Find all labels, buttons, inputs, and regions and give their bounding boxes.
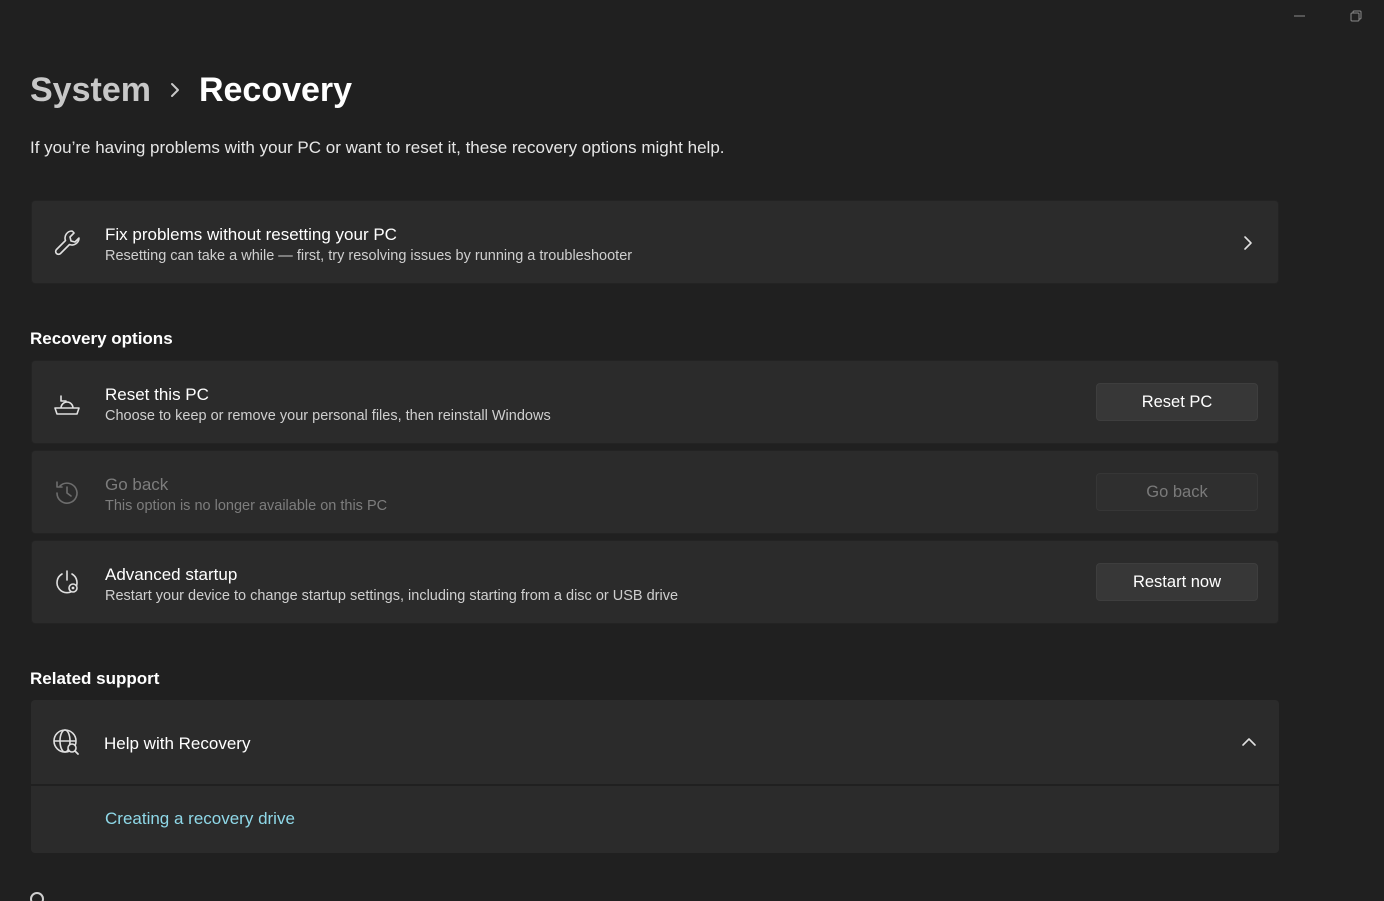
advanced-startup-subtitle: Restart your device to change startup se… <box>105 588 679 604</box>
reset-pc-card: Reset this PC Choose to keep or remove y… <box>31 360 1279 444</box>
partial-icon <box>30 892 44 901</box>
go-back-title: Go back <box>105 475 169 494</box>
reset-pc-title: Reset this PC <box>105 385 209 404</box>
restore-icon <box>1350 10 1362 22</box>
creating-recovery-drive-link[interactable]: Creating a recovery drive <box>105 809 295 829</box>
reset-pc-icon <box>52 388 82 418</box>
fix-problems-card[interactable]: Fix problems without resetting your PC R… <box>31 200 1279 284</box>
restore-button[interactable] <box>1328 0 1384 32</box>
go-back-card: Go back This option is no longer availab… <box>31 450 1279 534</box>
minimize-button[interactable] <box>1272 0 1328 32</box>
reset-pc-subtitle: Choose to keep or remove your personal f… <box>105 408 551 424</box>
related-support-heading: Related support <box>30 669 160 688</box>
page-title: Recovery <box>198 70 353 109</box>
breadcrumb: System Recovery <box>30 68 352 112</box>
recovery-options-heading: Recovery options <box>30 329 173 348</box>
history-icon <box>52 478 82 508</box>
advanced-startup-title: Advanced startup <box>105 565 238 584</box>
settings-recovery-page: System Recovery If you’re having problem… <box>0 0 1384 901</box>
chevron-right-icon <box>169 81 181 99</box>
breadcrumb-system[interactable]: System <box>30 71 151 110</box>
help-with-recovery-title: Help with Recovery <box>104 734 251 753</box>
fix-problems-subtitle: Resetting can take a while — first, try … <box>105 248 633 264</box>
window-controls <box>1272 0 1384 32</box>
reset-pc-button[interactable]: Reset PC <box>1096 383 1258 421</box>
globe-search-icon <box>51 727 81 757</box>
advanced-startup-icon <box>52 568 82 598</box>
help-with-recovery-content: Creating a recovery drive <box>31 786 1279 853</box>
fix-problems-title: Fix problems without resetting your PC <box>105 225 397 244</box>
wrench-icon <box>52 228 82 258</box>
page-description: If you’re having problems with your PC o… <box>30 138 725 157</box>
go-back-button[interactable]: Go back <box>1096 473 1258 511</box>
chevron-up-icon[interactable] <box>1241 734 1257 750</box>
help-with-recovery-expander[interactable]: Help with Recovery <box>31 700 1279 784</box>
go-back-subtitle: This option is no longer available on th… <box>105 498 388 514</box>
advanced-startup-card: Advanced startup Restart your device to … <box>31 540 1279 624</box>
minimize-icon <box>1294 15 1305 17</box>
chevron-right-icon <box>1240 235 1256 251</box>
restart-now-button[interactable]: Restart now <box>1096 563 1258 601</box>
